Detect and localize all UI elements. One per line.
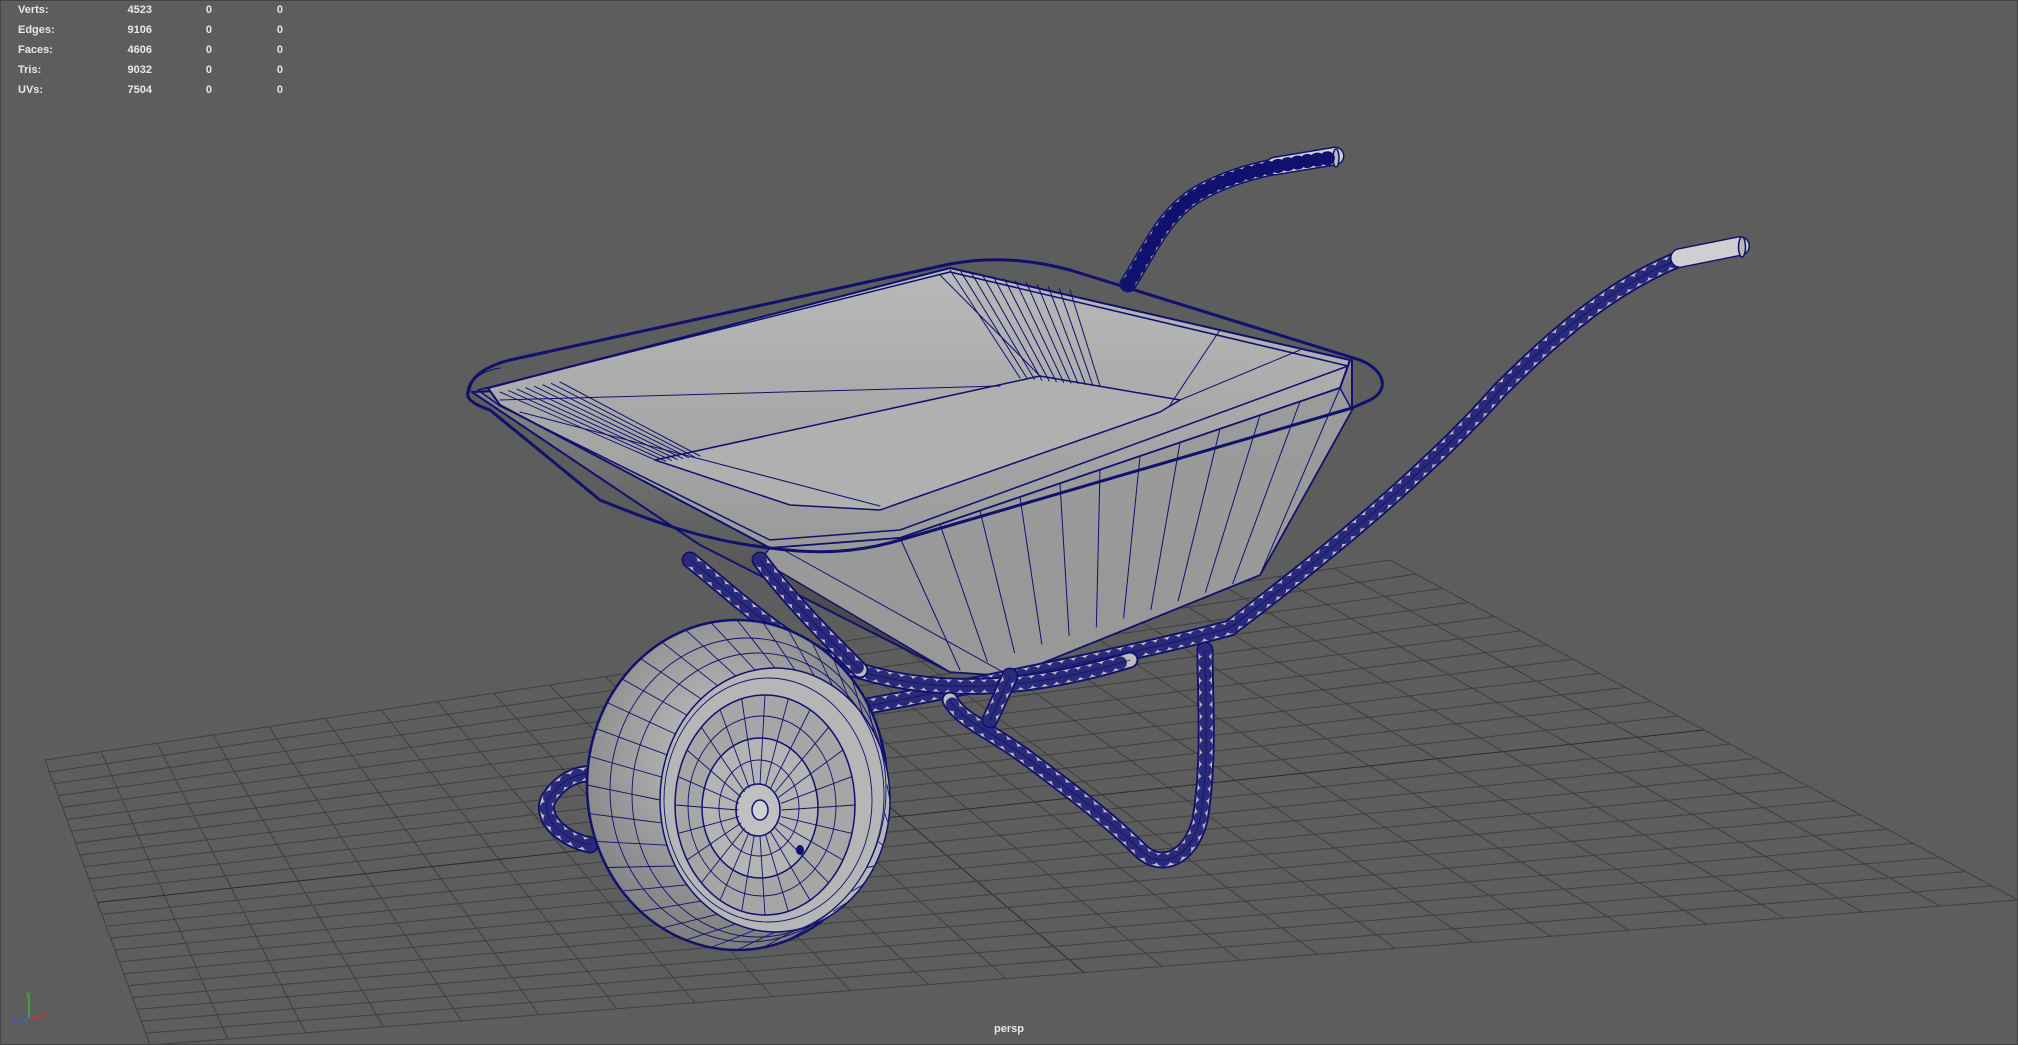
hud-stat-label: Faces: — [18, 44, 53, 56]
z-axis-label: z — [13, 1016, 17, 1024]
viewport-canvas[interactable] — [0, 0, 2018, 1045]
hud-stat-value: 0 — [205, 64, 212, 76]
hud-stat-value: 9106 — [127, 24, 152, 36]
z-axis-line — [18, 1017, 30, 1022]
hud-stat-value: 0 — [276, 64, 283, 76]
hud-stat-value: 0 — [205, 44, 212, 56]
far-handle[interactable] — [1119, 146, 1345, 293]
hud-stat-value: 7504 — [127, 84, 152, 96]
hud-row: UVs: 7504 0 0 — [18, 80, 283, 100]
hud-stat-label: Verts: — [18, 4, 49, 16]
hud-stat-value: 0 — [276, 44, 283, 56]
hud-stat-value: 4606 — [127, 44, 152, 56]
camera-name-label: persp — [994, 1023, 1024, 1035]
wheel[interactable] — [585, 618, 891, 952]
view-axis-gizmo: y x z — [12, 990, 46, 1024]
hud-stat-value: 0 — [205, 84, 212, 96]
hud-row: Tris: 9032 0 0 — [18, 60, 283, 80]
hud-stat-value: 9032 — [127, 64, 152, 76]
hud-stat-value: 0 — [276, 24, 283, 36]
hud-stat-label: Edges: — [18, 24, 55, 36]
hud-stat-value: 4523 — [127, 4, 152, 16]
hud-stat-label: UVs: — [18, 84, 44, 96]
wheelbarrow-mesh[interactable] — [466, 146, 1750, 952]
y-axis-label: y — [26, 990, 31, 999]
hud-row: Edges: 9106 0 0 — [18, 20, 283, 40]
hud-row: Verts: 4523 0 0 — [18, 0, 283, 20]
hud-stat-label: Tris: — [18, 64, 42, 76]
hud-stat-value: 0 — [276, 4, 283, 16]
hud-stat-value: 0 — [205, 4, 212, 16]
hud-row: Faces: 4606 0 0 — [18, 40, 283, 60]
heads-up-display: Verts: 4523 0 0 Edges: 9106 0 0 Faces: 4606 0 0 Tris… — [18, 0, 283, 100]
near-handle[interactable] — [1670, 236, 1750, 268]
hud-stat-value: 0 — [205, 24, 212, 36]
x-axis-label: x — [41, 1010, 46, 1019]
hud-stat-value: 0 — [276, 84, 283, 96]
perspective-viewport[interactable]: Verts: 4523 0 0 Edges: 9106 0 0 Faces: 4606 0 0 Tris… — [0, 0, 2018, 1045]
